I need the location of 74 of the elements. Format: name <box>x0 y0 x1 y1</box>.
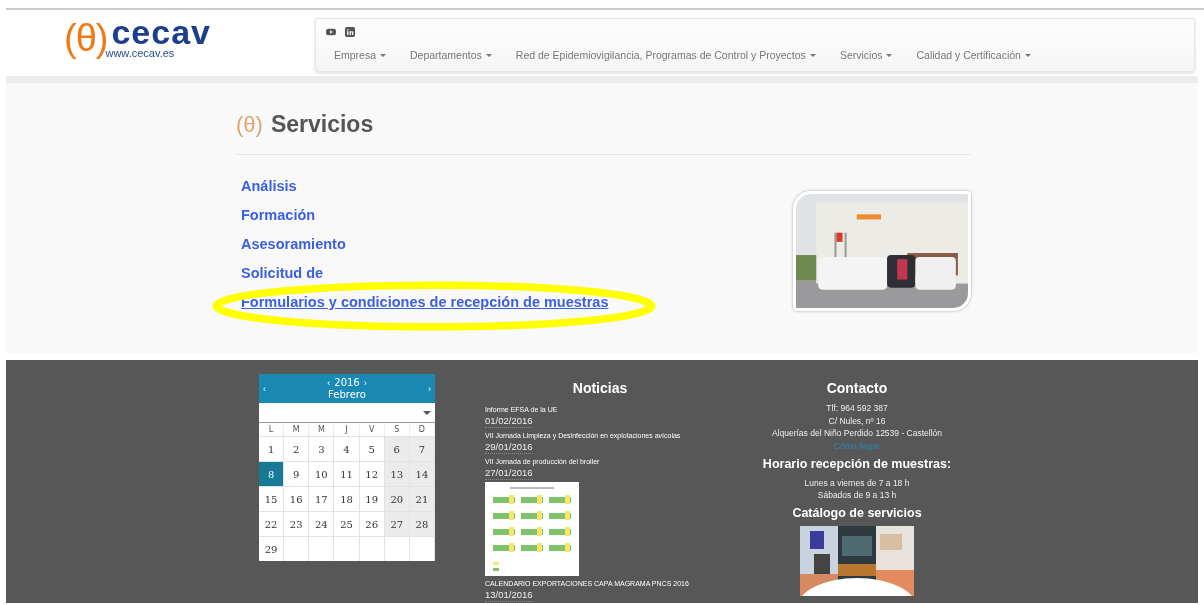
service-link[interactable]: Solicitud de <box>241 265 324 281</box>
calendar-day[interactable]: 11 <box>334 461 360 486</box>
opening-hours: Sábados de 9 a 13 h <box>817 489 897 502</box>
section-title: Horario recepción de muestras: <box>762 456 952 471</box>
weekday-label: M <box>309 423 335 436</box>
calendar-year: 2016 <box>334 376 360 389</box>
news-date: 29/01/2016 <box>485 440 533 454</box>
calendar-day[interactable]: 24 <box>309 511 335 536</box>
calendar-day[interactable]: 21 <box>409 486 435 511</box>
calendar-day[interactable]: 3 <box>309 436 335 461</box>
calendar-day[interactable]: 4 <box>334 436 360 461</box>
section-title: Catálogo de servicios <box>792 505 922 520</box>
next-month-button[interactable]: › <box>424 383 435 394</box>
news-date: 01/02/2016 <box>485 414 533 428</box>
logo-symbol: (θ) <box>236 111 263 138</box>
logo-url: www.cecav.es <box>105 48 176 59</box>
contact-info: C/ Nules, nº 16 <box>828 414 886 427</box>
calendar-day[interactable]: 19 <box>359 486 385 511</box>
calendar-day[interactable]: 13 <box>384 461 410 486</box>
calendar-day[interactable]: 5 <box>359 436 385 461</box>
logo-name: cecav <box>111 16 211 48</box>
empty-day-cell <box>309 536 335 561</box>
empty-day-cell <box>384 536 410 561</box>
nav-menu-item[interactable]: Servicios <box>839 49 893 61</box>
calendar-day[interactable]: 18 <box>334 486 360 511</box>
linkedin-icon[interactable] <box>345 27 355 37</box>
contact-info: Alquerías del Niño Perdido 12539 - Castellón <box>771 427 943 440</box>
service-link[interactable]: Formación <box>241 207 316 223</box>
next-year-button[interactable]: › <box>359 377 371 388</box>
news-date: 27/01/2016 <box>485 466 533 480</box>
weekday-label: L <box>259 423 285 436</box>
weekday-label: J <box>334 423 360 436</box>
calendar-day[interactable]: 20 <box>384 486 410 511</box>
calendar-day[interactable]: 23 <box>284 511 310 536</box>
service-link[interactable]: Asesoramiento <box>241 236 346 252</box>
calendar-day[interactable]: 9 <box>284 461 310 486</box>
nav-menu-item[interactable]: Departamentos <box>410 49 492 61</box>
nav-menu-item[interactable]: Empresa <box>334 49 386 61</box>
calendar-day[interactable]: 6 <box>384 436 410 461</box>
calendar-month: Febrero <box>328 388 366 401</box>
calendar-day[interactable]: 22 <box>259 511 285 536</box>
calendar-day[interactable]: 28 <box>409 511 435 536</box>
previous-month-button[interactable]: ‹ <box>259 383 270 394</box>
nav-menu-item[interactable]: Red de Epidemiovigilancia, Programas de Control y Proyectos <box>515 49 816 61</box>
weekday-label: V <box>359 423 385 436</box>
caret-icon <box>423 410 431 415</box>
calendar-day[interactable]: 26 <box>359 511 385 536</box>
calendar-day[interactable]: 27 <box>384 511 410 536</box>
nav-menu-item[interactable]: Calidad y Certificación <box>916 49 1031 61</box>
calendar-day[interactable]: 2 <box>284 436 310 461</box>
previous-year-button[interactable]: ‹ <box>323 377 335 388</box>
opening-hours: Lunes a viernes de 7 a 18 h <box>804 476 910 489</box>
calendar-day[interactable]: 15 <box>259 486 285 511</box>
service-link[interactable]: Análisis <box>241 178 297 194</box>
news-date: 13/01/2016 <box>485 588 533 602</box>
empty-day-cell <box>359 536 385 561</box>
calendar-day[interactable]: 29 <box>259 536 285 561</box>
calendar-day[interactable]: 10 <box>309 461 335 486</box>
youtube-icon[interactable] <box>326 27 336 37</box>
empty-day-cell <box>409 536 435 561</box>
empty-day-cell <box>284 536 310 561</box>
calendar-day[interactable]: 14 <box>409 461 435 486</box>
section-title: Noticias <box>572 380 628 396</box>
weekday-label: M <box>284 423 310 436</box>
page-title: Servicios <box>270 111 374 138</box>
calendar-day[interactable]: 8 <box>259 461 285 486</box>
calendar-day[interactable]: 25 <box>334 511 360 536</box>
calendar-day[interactable]: 17 <box>309 486 335 511</box>
calendar-day[interactable]: 16 <box>284 486 310 511</box>
contact-info: Tlf: 964 592 387 <box>826 402 888 415</box>
calendar-day[interactable]: 7 <box>409 436 435 461</box>
calendar-day[interactable]: 12 <box>359 461 385 486</box>
empty-day-cell <box>334 536 360 561</box>
section-title: Contacto <box>826 380 888 396</box>
